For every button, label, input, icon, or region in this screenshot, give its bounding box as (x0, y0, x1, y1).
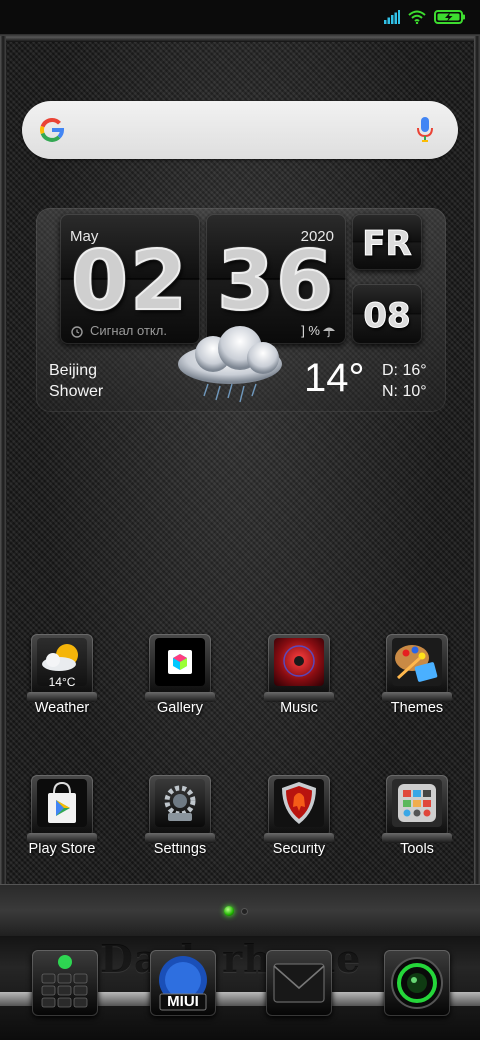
app-settings[interactable]: Settings (130, 775, 230, 857)
app-weather[interactable]: 14°C Weather (12, 634, 112, 716)
page-dot[interactable] (241, 907, 248, 915)
app-security[interactable]: Security (249, 775, 349, 857)
tools-icon (382, 775, 452, 843)
rain-chance-text: ] % (301, 323, 320, 338)
app-label: Music (280, 700, 318, 716)
app-label: Security (272, 841, 326, 857)
cell-signal-icon (384, 10, 400, 24)
mic-icon[interactable] (416, 116, 434, 144)
day-temperature: D: 16° (382, 362, 427, 379)
app-label: Tools (400, 841, 434, 857)
date-flip-card: 08 (352, 284, 422, 344)
app-tools[interactable]: Tools (367, 775, 467, 857)
city-name: Beijing (49, 362, 98, 379)
temperature-range: D: 16° N: 10° (382, 360, 427, 402)
play-store-icon (27, 775, 97, 843)
google-logo (40, 118, 65, 142)
minute-digits: 36 (216, 233, 336, 330)
app-gallery[interactable]: Gallery (130, 634, 230, 716)
app-label: Themes (390, 700, 444, 716)
weather-icon: 14°C (27, 634, 97, 702)
phone-icon (32, 950, 98, 1016)
hour-flip-card: May 02 Сигнал откл. (60, 214, 200, 344)
rain-cloud-icon (178, 326, 282, 403)
gallery-icon (145, 634, 215, 702)
dock-phone[interactable] (32, 950, 98, 1016)
app-label: Settings (153, 841, 207, 857)
miui-icon: MIUI (150, 950, 216, 1016)
settings-icon (145, 775, 215, 843)
weekday-flip-card: FR (352, 214, 422, 270)
dock-miui[interactable]: MIUI (150, 950, 216, 1016)
security-icon (264, 775, 334, 843)
messages-icon (266, 950, 332, 1016)
themes-icon (382, 634, 452, 702)
current-temperature: 14° (304, 356, 365, 400)
night-temperature: N: 10° (382, 383, 427, 400)
status-bar (0, 0, 480, 34)
minute-flip-card: 2020 36 ] % (206, 214, 346, 344)
dock-camera[interactable] (384, 950, 450, 1016)
weather-condition: Shower (49, 383, 104, 400)
umbrella-icon (323, 327, 335, 337)
page-dot-active[interactable] (224, 906, 234, 916)
date-text: 08 (363, 296, 411, 337)
app-label: Gallery (157, 700, 203, 716)
music-icon (264, 634, 334, 702)
weather-app-temperature: 14°C (48, 675, 76, 689)
dock-messages[interactable] (266, 950, 332, 1016)
app-label: Play Store (28, 841, 96, 857)
app-label: Weather (34, 700, 90, 716)
location-block: Beijing Shower (49, 360, 103, 402)
weekday-text: FR (362, 224, 412, 265)
miui-label: MIUI (167, 993, 199, 1010)
camera-icon (384, 950, 450, 1016)
battery-charging-icon (434, 10, 465, 24)
frame-top (0, 34, 480, 42)
app-play-store[interactable]: Play Store (12, 775, 112, 857)
alarm-status: Сигнал откл. (70, 323, 167, 338)
search-bar[interactable] (22, 101, 458, 159)
page-indicator (224, 906, 248, 916)
app-themes[interactable]: Themes (367, 634, 467, 716)
clock-weather-widget[interactable]: May 02 Сигнал откл. 2020 36 ] % FR 08 Be… (36, 208, 446, 412)
wifi-icon (408, 10, 426, 24)
alarm-clock-icon (71, 325, 83, 338)
alarm-text: Сигнал откл. (90, 323, 167, 338)
hour-digits: 02 (70, 233, 190, 330)
rain-chance: ] % (301, 323, 336, 338)
app-music[interactable]: Music (249, 634, 349, 716)
